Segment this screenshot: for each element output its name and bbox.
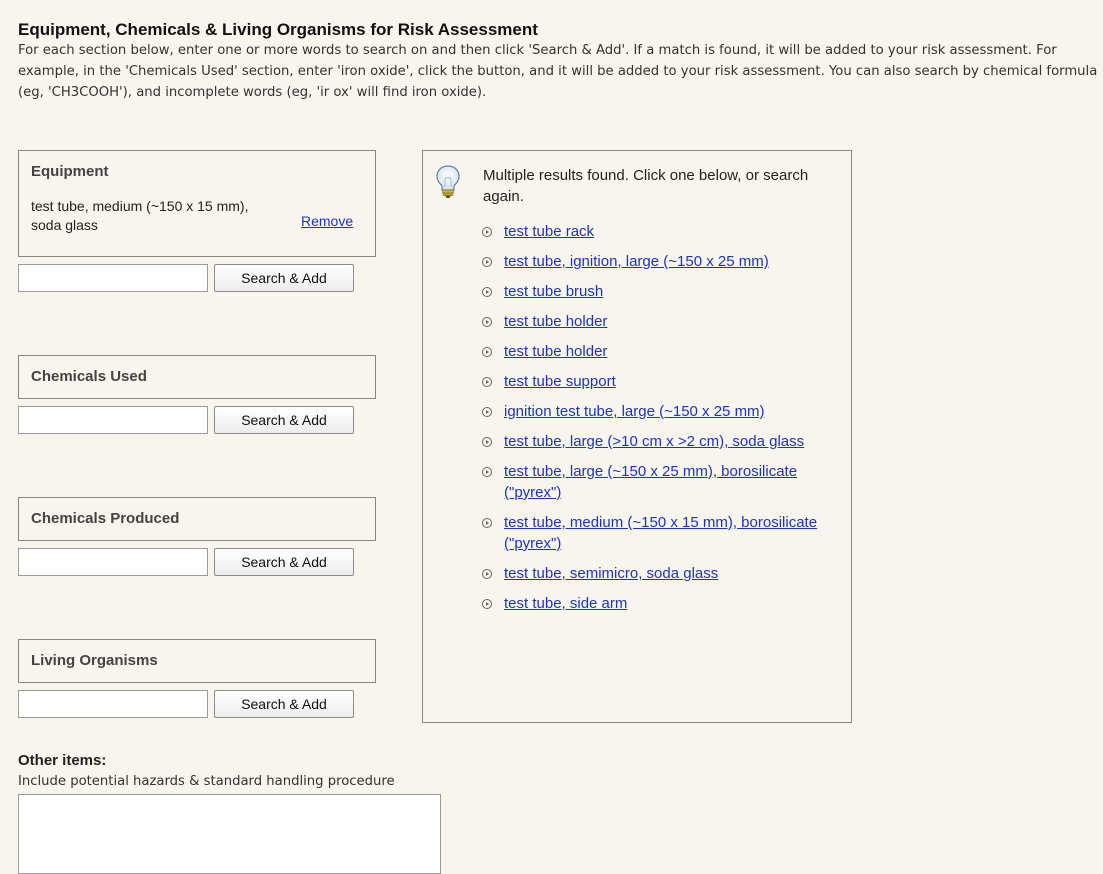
result-link[interactable]: test tube support <box>504 373 616 390</box>
arrow-circle-icon <box>482 467 492 477</box>
result-link[interactable]: test tube, side arm <box>504 595 627 612</box>
lightbulb-icon <box>436 165 460 198</box>
chemicals-produced-search-input[interactable] <box>18 548 208 576</box>
other-items-textarea[interactable] <box>18 794 441 874</box>
chemicals-used-section-title: Chemicals Used <box>31 368 147 385</box>
result-item: test tube, semimicro, soda glass <box>482 563 827 584</box>
result-link[interactable]: ignition test tube, large (~150 x 25 mm) <box>504 403 765 420</box>
arrow-circle-icon <box>482 377 492 387</box>
equipment-search-add-button[interactable]: Search & Add <box>214 264 354 292</box>
living-organisms-section-title: Living Organisms <box>31 652 158 669</box>
chemicals-used-search-input[interactable] <box>18 406 208 434</box>
result-link[interactable]: test tube, ignition, large (~150 x 25 mm… <box>504 253 769 270</box>
page-intro: For each section below, enter one or mor… <box>18 43 1098 100</box>
result-item: test tube, large (>10 cm x >2 cm), soda … <box>482 431 827 452</box>
result-link[interactable]: test tube, semimicro, soda glass <box>504 565 718 582</box>
result-link[interactable]: test tube holder <box>504 313 607 330</box>
arrow-circle-icon <box>482 227 492 237</box>
other-items-title: Other items: <box>18 752 107 769</box>
arrow-circle-icon <box>482 599 492 609</box>
search-results-panel: Multiple results found. Click one below,… <box>422 150 852 723</box>
result-link[interactable]: test tube brush <box>504 283 603 300</box>
equipment-added-item: test tube, medium (~150 x 15 mm), soda g… <box>31 198 249 233</box>
equipment-section-title: Equipment <box>31 163 109 180</box>
result-item: test tube rack <box>482 221 827 242</box>
page-title: Equipment, Chemicals & Living Organisms … <box>18 20 538 39</box>
arrow-circle-icon <box>482 317 492 327</box>
chemicals-produced-search-add-button[interactable]: Search & Add <box>214 548 354 576</box>
chemicals-used-section: Chemicals Used <box>18 355 376 399</box>
arrow-circle-icon <box>482 257 492 267</box>
arrow-circle-icon <box>482 287 492 297</box>
result-item: test tube, large (~150 x 25 mm), borosil… <box>482 461 827 503</box>
equipment-search-input[interactable] <box>18 264 208 292</box>
result-item: test tube, medium (~150 x 15 mm), borosi… <box>482 512 827 554</box>
result-item: test tube brush <box>482 281 827 302</box>
arrow-circle-icon <box>482 518 492 528</box>
living-organisms-section: Living Organisms <box>18 639 376 683</box>
arrow-circle-icon <box>482 347 492 357</box>
arrow-circle-icon <box>482 437 492 447</box>
living-organisms-search-input[interactable] <box>18 690 208 718</box>
living-organisms-search-add-button[interactable]: Search & Add <box>214 690 354 718</box>
result-item: test tube, side arm <box>482 593 827 614</box>
result-link[interactable]: test tube rack <box>504 223 594 240</box>
results-message: Multiple results found. Click one below,… <box>483 167 809 205</box>
chemicals-produced-section-title: Chemicals Produced <box>31 510 180 527</box>
result-item: test tube holder <box>482 311 827 332</box>
result-item: test tube, ignition, large (~150 x 25 mm… <box>482 251 827 272</box>
result-link[interactable]: test tube, large (~150 x 25 mm), borosil… <box>504 463 797 501</box>
chemicals-produced-section: Chemicals Produced <box>18 497 376 541</box>
equipment-section: Equipment test tube, medium (~150 x 15 m… <box>18 150 376 257</box>
chemicals-used-search-add-button[interactable]: Search & Add <box>214 406 354 434</box>
arrow-circle-icon <box>482 407 492 417</box>
other-items-description: Include potential hazards & standard han… <box>18 774 395 789</box>
result-link[interactable]: test tube, large (>10 cm x >2 cm), soda … <box>504 433 804 450</box>
result-link[interactable]: test tube holder <box>504 343 607 360</box>
result-item: ignition test tube, large (~150 x 25 mm) <box>482 401 827 422</box>
result-link[interactable]: test tube, medium (~150 x 15 mm), borosi… <box>504 514 817 552</box>
result-item: test tube holder <box>482 341 827 362</box>
results-list: test tube rack test tube, ignition, large… <box>482 221 827 623</box>
result-item: test tube support <box>482 371 827 392</box>
arrow-circle-icon <box>482 569 492 579</box>
remove-equipment-link[interactable]: Remove <box>301 213 353 229</box>
